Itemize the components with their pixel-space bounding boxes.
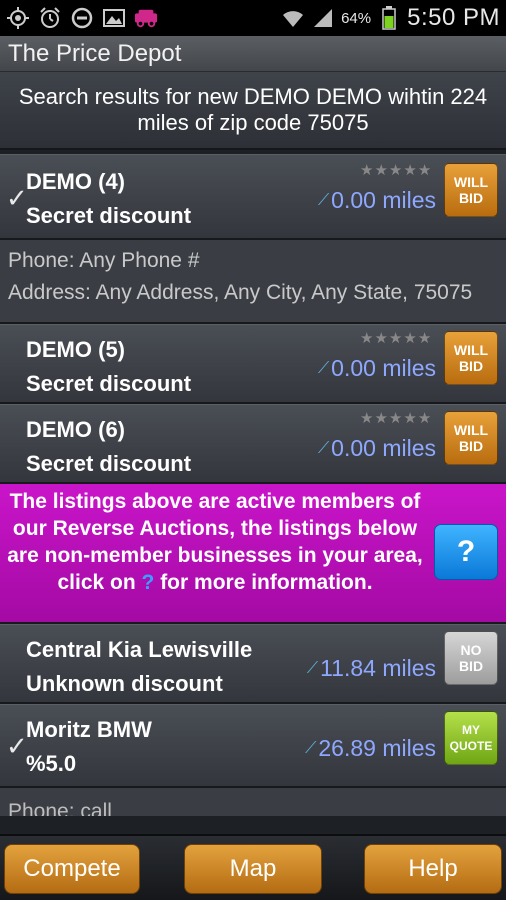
- dealer-phone: Phone: Any Phone #: [8, 249, 200, 272]
- partial-details-text: Phone: call: [8, 800, 112, 816]
- list-item-member[interactable]: DEMO (5) Secret discount ★ ★ ★ ★ ★ ⟋ 0.00 mil…: [0, 324, 506, 404]
- results-list[interactable]: ✓ DEMO (4) Secret discount ★ ★ ★ ★ ★ ⟋ 0.00 m…: [0, 154, 506, 816]
- search-summary-header: Search results for new DEMO DEMO wihtin …: [0, 72, 506, 150]
- list-item-nonmember[interactable]: ✓ Moritz BMW %5.0 ⟋ 26.89 miles MY QUOTE: [0, 704, 506, 788]
- rating-stars-icon: ★ ★ ★ ★ ★: [360, 410, 432, 427]
- battery-icon: [377, 6, 401, 30]
- list-item-member[interactable]: DEMO (6) Secret discount ★ ★ ★ ★ ★ ⟋ 0.00 mil…: [0, 404, 506, 484]
- app-title: The Price Depot: [8, 39, 182, 67]
- dealer-discount: Secret discount: [26, 203, 192, 228]
- help-button[interactable]: Help: [364, 844, 502, 894]
- dealer-distance: ⟋ 11.84 miles: [306, 655, 436, 681]
- block-icon: [70, 6, 94, 30]
- rating-stars-icon: ★ ★ ★ ★ ★: [360, 330, 432, 347]
- compete-button[interactable]: Compete: [4, 844, 140, 894]
- location-pin-icon: ⟋: [317, 359, 330, 377]
- dealer-name: DEMO (5): [26, 337, 125, 362]
- dealer-name: DEMO (4): [26, 169, 125, 194]
- info-banner: The listings above are active members of…: [0, 484, 506, 624]
- dealer-name: Central Kia Lewisville: [26, 637, 253, 662]
- will-bid-badge[interactable]: WILL BID: [444, 163, 498, 217]
- dealer-details: Phone: Any Phone # Address: Any Address,…: [0, 240, 506, 324]
- search-summary: Search results for new DEMO DEMO wihtin …: [18, 84, 488, 135]
- dealer-name: Moritz BMW: [26, 717, 152, 742]
- will-bid-badge[interactable]: WILL BID: [444, 331, 498, 385]
- gps-icon: [6, 6, 30, 30]
- bottom-action-bar: Compete Map Help: [0, 834, 506, 900]
- dealer-discount: Secret discount: [26, 451, 192, 476]
- will-bid-badge[interactable]: WILL BID: [444, 411, 498, 465]
- location-pin-icon: ⟋: [306, 659, 319, 677]
- wifi-icon: [281, 6, 305, 30]
- map-button[interactable]: Map: [184, 844, 322, 894]
- location-pin-icon: ⟋: [317, 439, 330, 457]
- info-banner-text: The listings above are active members of…: [7, 490, 423, 594]
- status-bar: 64% 5:50 PM: [0, 0, 506, 36]
- dealer-distance: ⟋ 26.89 miles: [305, 735, 436, 761]
- info-help-button[interactable]: ?: [434, 524, 498, 580]
- dealer-name: DEMO (6): [26, 417, 125, 442]
- dealer-distance: ⟋ 0.00 miles: [317, 187, 436, 213]
- car-icon: [134, 6, 158, 30]
- rating-stars-icon: ★ ★ ★ ★ ★: [360, 162, 432, 179]
- list-item-nonmember[interactable]: Central Kia Lewisville Unknown discount …: [0, 624, 506, 704]
- dealer-distance: ⟋ 0.00 miles: [317, 355, 436, 381]
- no-bid-badge[interactable]: NO BID: [444, 631, 498, 685]
- status-icons-left: [6, 6, 158, 30]
- dealer-discount: Secret discount: [26, 371, 192, 396]
- inline-question-icon: ?: [141, 571, 155, 594]
- clock: 5:50 PM: [407, 4, 500, 31]
- list-item-member[interactable]: ✓ DEMO (4) Secret discount ★ ★ ★ ★ ★ ⟋ 0.00 m…: [0, 154, 506, 240]
- image-icon: [102, 6, 126, 30]
- dealer-distance: ⟋ 0.00 miles: [317, 435, 436, 461]
- status-icons-right: 64% 5:50 PM: [281, 4, 500, 32]
- location-pin-icon: ⟋: [305, 739, 317, 757]
- dealer-address: Address: Any Address, Any City, Any Stat…: [8, 281, 473, 304]
- app-title-bar: The Price Depot: [0, 36, 506, 72]
- check-icon: ✓: [6, 183, 28, 213]
- my-quote-badge[interactable]: MY QUOTE: [444, 711, 498, 765]
- location-pin-icon: ⟋: [317, 191, 330, 209]
- alarm-icon: [38, 6, 62, 30]
- dealer-discount: %5.0: [26, 751, 77, 776]
- battery-percent: 64%: [341, 9, 372, 27]
- partial-details: Phone: call: [0, 788, 506, 816]
- signal-icon: [311, 6, 335, 30]
- check-icon: ✓: [6, 731, 28, 761]
- dealer-discount: Unknown discount: [26, 671, 223, 696]
